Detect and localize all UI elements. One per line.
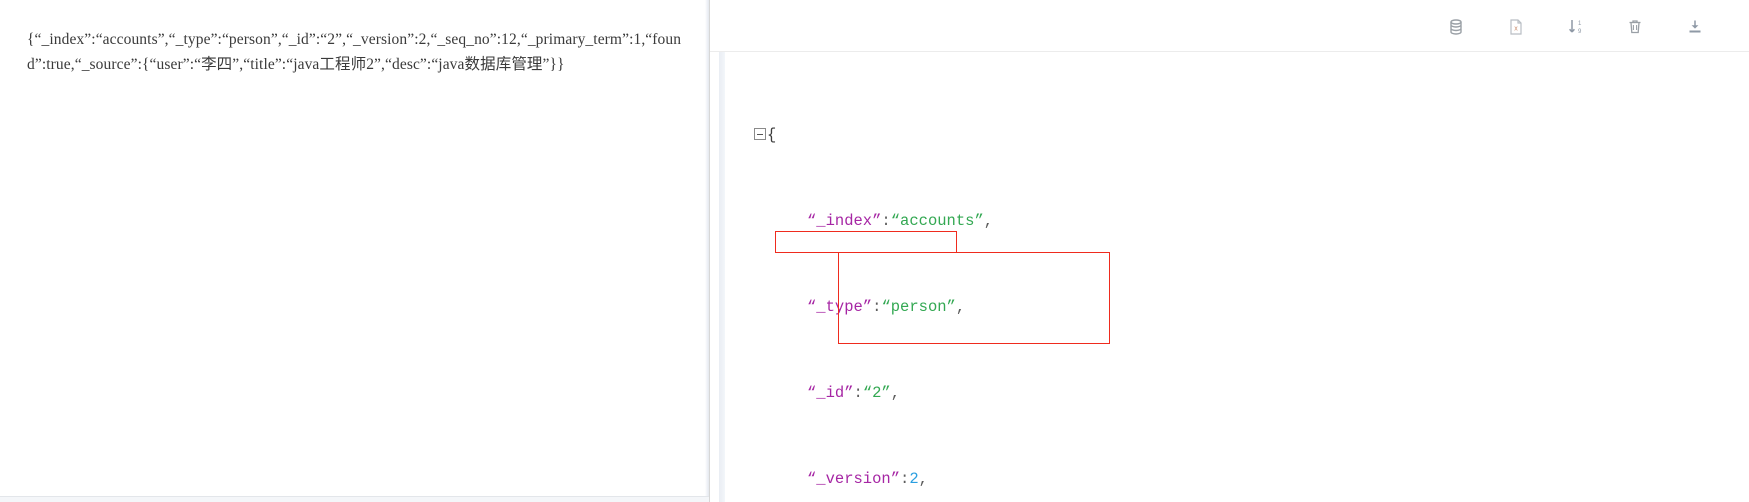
json-code-block: { “_index”:“accounts”, “_type”:“person”,… — [732, 60, 1065, 502]
root-open-brace: { — [767, 125, 777, 144]
database-icon[interactable] — [1443, 14, 1469, 40]
download-icon[interactable] — [1682, 14, 1708, 40]
editor-gutter — [719, 52, 725, 502]
copy-icon[interactable] — [1743, 14, 1749, 40]
raw-json-text: {“_index”:“accounts”,“_type”:“person”,“_… — [27, 31, 682, 73]
json-line-type: “_type”:“person”, — [732, 297, 1065, 319]
json-line-root-open: { — [732, 125, 1065, 147]
key-index: “_index” — [807, 211, 882, 230]
excel-file-icon[interactable]: x — [1503, 14, 1529, 40]
trash-icon[interactable] — [1622, 14, 1648, 40]
json-line-index: “_index”:“accounts”, — [732, 211, 1065, 233]
key-type: “_type” — [807, 297, 873, 316]
left-scrollbar[interactable] — [705, 0, 709, 502]
toolbar-top-accent — [710, 0, 1749, 2]
value-index: “accounts” — [890, 211, 984, 230]
comma: , — [983, 211, 994, 230]
comma: , — [890, 383, 901, 402]
fold-toggle-root[interactable] — [754, 127, 766, 140]
json-viewer-pane: x 1 9 {“_index”:“accounts”, “_type”:“pe… — [710, 0, 1749, 502]
svg-text:x: x — [1514, 26, 1518, 33]
json-line-id: “_id”:“2”, — [732, 383, 1065, 405]
raw-response-pane: {“_index”:“accounts”,“_type”:“person”,“_… — [0, 0, 710, 502]
viewer-toolbar: x 1 9 — [710, 0, 1749, 52]
value-version: 2 — [909, 469, 919, 488]
app-root: {“_index”:“accounts”,“_type”:“person”,“_… — [0, 0, 1749, 502]
colon: : — [881, 211, 891, 230]
colon: : — [900, 469, 910, 488]
json-line-version: “_version”:2, — [732, 469, 1065, 491]
comma: , — [918, 469, 928, 488]
colon: : — [853, 383, 863, 402]
value-id: “2” — [862, 383, 891, 402]
sort-icon[interactable]: 1 9 — [1563, 14, 1589, 40]
svg-text:1: 1 — [1578, 21, 1582, 27]
key-version: “_version” — [807, 469, 901, 488]
value-type: “person” — [881, 297, 956, 316]
json-tree-editor[interactable]: { “_index”:“accounts”, “_type”:“person”,… — [710, 52, 1749, 502]
key-id: “_id” — [807, 383, 854, 402]
comma: , — [955, 297, 966, 316]
left-statusbar — [0, 496, 709, 502]
svg-text:9: 9 — [1578, 29, 1582, 35]
